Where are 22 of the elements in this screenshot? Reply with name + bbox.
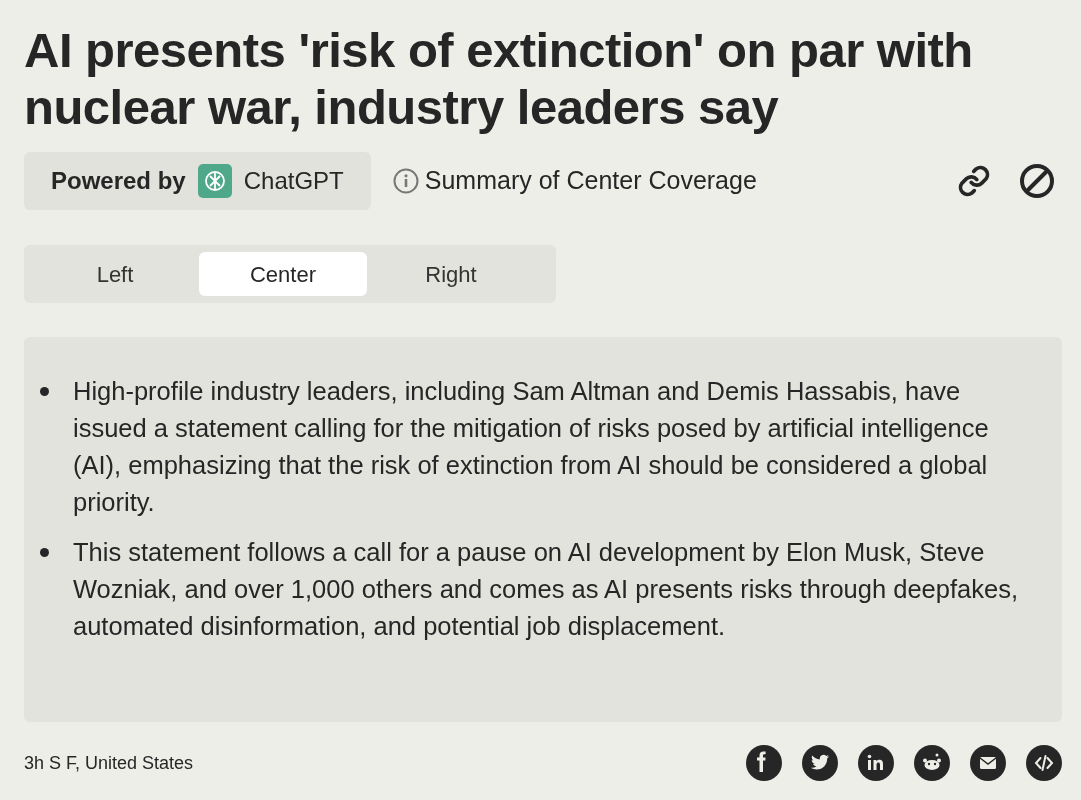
headline: AI presents 'risk of extinction' on par with nuclear war, industry leaders say [24,22,974,136]
brand-name: ChatGPT [243,166,344,196]
embed-share-icon[interactable] [1026,745,1062,781]
info-icon[interactable] [392,168,419,194]
link-icon[interactable] [957,164,991,198]
coverage-tab[interactable]: Center [199,252,367,296]
chatgpt-logo-icon [197,164,232,198]
coverage-tab[interactable]: Left [31,252,199,296]
twitter-share-icon[interactable] [802,745,838,781]
email-share-icon[interactable] [970,745,1006,781]
bullet-icon [40,548,49,557]
powered-by-label: Powered by [51,166,186,196]
bullet-text: High-profile industry leaders, including Sam Altman and Demis Hassabis, have issued a statement calling for the mitigation of risks posed by artificial intelligence (AI), emphasizing that the risk of extinction from AI should be considered a global priority. [73,376,990,518]
reddit-share-icon[interactable] [914,745,950,781]
summary-label: Summary of Center Coverage [424,165,757,197]
bullet-icon [40,387,49,396]
bullet-text: This statement follows a call for a pause on AI development by Elon Musk, Steve Wozniak, and over 1,000 others and comes as AI presents risks through deepfakes, automated disinformation, and potential job displacement. [73,537,1019,642]
coverage-tab[interactable]: Right [367,252,535,296]
linkedin-share-icon[interactable] [858,745,894,781]
block-icon[interactable] [1019,163,1055,199]
facebook-share-icon[interactable] [746,745,782,781]
location-timestamp: 3h S F, United States [24,751,194,775]
